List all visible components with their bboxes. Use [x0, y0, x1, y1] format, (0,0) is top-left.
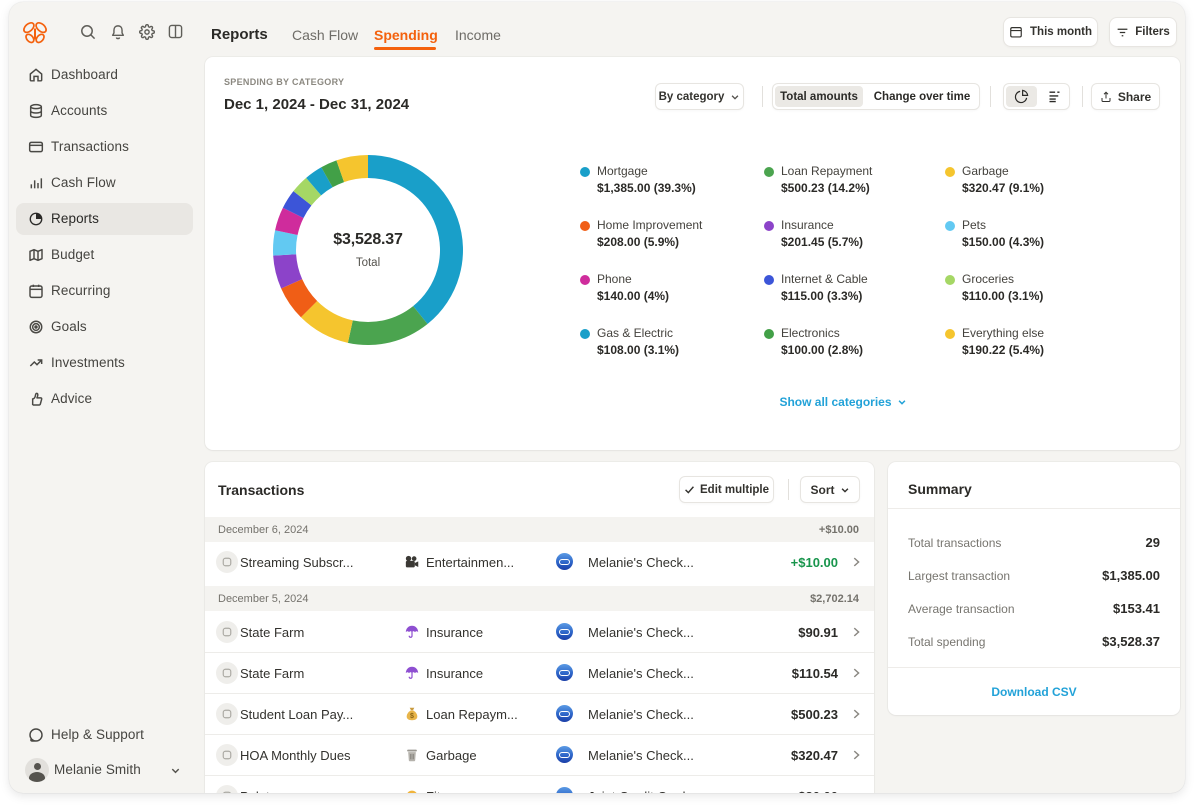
svg-text:$: $: [410, 713, 414, 720]
